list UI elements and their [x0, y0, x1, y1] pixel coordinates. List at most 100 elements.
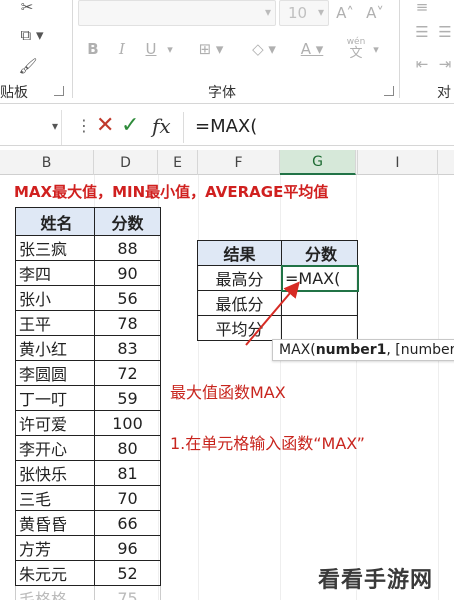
- table-row: 毛格格 75: [15, 585, 161, 600]
- table-row: 张快乐 81: [15, 460, 161, 486]
- score-cell[interactable]: 66: [94, 510, 161, 536]
- header-score[interactable]: 分数: [94, 207, 161, 236]
- name-cell[interactable]: 黄小红: [15, 335, 95, 361]
- name-box[interactable]: ▾: [0, 110, 62, 145]
- score-cell[interactable]: 59: [94, 385, 161, 411]
- decrease-font-icon[interactable]: A˅: [364, 2, 386, 24]
- phonetic-dropdown-icon[interactable]: ▾: [370, 40, 382, 58]
- chevron-down-icon[interactable]: ▾: [52, 119, 58, 133]
- italic-button[interactable]: I: [113, 38, 131, 60]
- name-cell[interactable]: 王平: [15, 310, 95, 336]
- header-score[interactable]: 分数: [281, 240, 358, 266]
- table-row: 朱元元 52: [15, 560, 161, 586]
- align-left-icon[interactable]: ☰: [412, 22, 432, 42]
- score-cell[interactable]: 52: [94, 560, 161, 586]
- clipboard-launcher-icon[interactable]: [54, 86, 64, 96]
- table-row: 黄昏昏 66: [15, 510, 161, 536]
- enter-icon[interactable]: ✓: [121, 113, 139, 138]
- increase-indent-icon[interactable]: ⇥: [436, 54, 454, 74]
- table-row: 最低分: [197, 290, 358, 316]
- font-launcher-icon[interactable]: [384, 86, 394, 96]
- insert-function-icon[interactable]: fx: [152, 114, 171, 138]
- column-header-e[interactable]: E: [158, 150, 198, 175]
- score-cell[interactable]: 80: [94, 435, 161, 461]
- column-headers: B D E F G I: [0, 150, 454, 175]
- copy-icon[interactable]: ⧉ ▾: [12, 24, 52, 46]
- decrease-indent-icon[interactable]: ⇤: [412, 54, 432, 74]
- score-cell[interactable]: 56: [94, 285, 161, 311]
- name-cell[interactable]: 李开心: [15, 435, 95, 461]
- align-top-icon[interactable]: ≡: [412, 0, 432, 16]
- column-header-f[interactable]: F: [198, 150, 280, 175]
- font-size-select[interactable]: 10 ▾: [279, 0, 329, 26]
- tooltip-args-rest: , [number2: [386, 342, 454, 358]
- cancel-icon[interactable]: ✕: [96, 113, 114, 138]
- table-row: 黄小红 83: [15, 335, 161, 361]
- table-row: 三毛 70: [15, 485, 161, 511]
- score-cell[interactable]: 96: [94, 535, 161, 561]
- name-cell[interactable]: 张小: [15, 285, 95, 311]
- increase-font-icon[interactable]: A˄: [334, 2, 356, 24]
- label-cell[interactable]: 最低分: [197, 290, 282, 316]
- fill-color-icon[interactable]: ◇ ▾: [244, 38, 284, 60]
- table-row: 方芳 96: [15, 535, 161, 561]
- bold-button[interactable]: B: [84, 38, 102, 60]
- score-cell[interactable]: 83: [94, 335, 161, 361]
- table-row: 平均分: [197, 315, 358, 341]
- score-cell[interactable]: 100: [94, 410, 161, 436]
- label-cell[interactable]: 平均分: [197, 315, 282, 341]
- function-tooltip[interactable]: MAX(number1, [number2: [272, 339, 454, 361]
- header-result[interactable]: 结果: [197, 240, 282, 266]
- column-header-i[interactable]: I: [358, 150, 438, 175]
- table-row: 张小 56: [15, 285, 161, 311]
- column-header-d[interactable]: D: [94, 150, 158, 175]
- tooltip-arg-current[interactable]: number1: [316, 342, 387, 358]
- align-center-icon[interactable]: ☰: [436, 22, 454, 42]
- table-row: 许可爱 100: [15, 410, 161, 436]
- font-group-label: 字体: [208, 85, 236, 101]
- borders-icon[interactable]: ⊞ ▾: [193, 38, 229, 60]
- label-cell[interactable]: 最高分: [197, 265, 282, 291]
- phonetic-icon[interactable]: wén 文: [342, 34, 370, 64]
- name-cell[interactable]: 张快乐: [15, 460, 95, 486]
- name-cell[interactable]: 许可爱: [15, 410, 95, 436]
- column-header-b[interactable]: B: [0, 150, 94, 175]
- more-options-icon[interactable]: ⋮: [76, 116, 92, 135]
- name-cell[interactable]: 朱元元: [15, 560, 95, 586]
- value-cell[interactable]: [281, 315, 358, 341]
- formula-bar: ▾ ⋮ ✕ ✓ fx =MAX(: [0, 110, 454, 146]
- score-cell[interactable]: 78: [94, 310, 161, 336]
- annotation-function-name: 最大值函数MAX: [170, 383, 286, 402]
- name-cell[interactable]: 李四: [15, 260, 95, 286]
- name-cell[interactable]: 张三疯: [15, 235, 95, 261]
- name-cell[interactable]: 毛格格: [15, 585, 95, 600]
- score-cell[interactable]: 88: [94, 235, 161, 261]
- score-cell[interactable]: 90: [94, 260, 161, 286]
- name-cell[interactable]: 黄昏昏: [15, 510, 95, 536]
- table-row: 丁一叮 59: [15, 385, 161, 411]
- name-cell[interactable]: 丁一叮: [15, 385, 95, 411]
- formula-input[interactable]: =MAX(: [195, 116, 257, 137]
- score-cell[interactable]: 75: [94, 585, 161, 600]
- score-cell[interactable]: 70: [94, 485, 161, 511]
- table-row: 李圆圆 72: [15, 360, 161, 386]
- active-cell[interactable]: =MAX(: [280, 264, 359, 292]
- table-row: 张三疯 88: [15, 235, 161, 261]
- score-cell[interactable]: 81: [94, 460, 161, 486]
- underline-dropdown-icon[interactable]: ▾: [164, 40, 176, 58]
- font-color-icon[interactable]: A ▾: [292, 38, 332, 60]
- scores-table: 姓名 分数 张三疯 88 李四 90 张小 56 王平 78 黄小红 83 李圆圆 72 丁…: [15, 207, 161, 600]
- value-cell[interactable]: [281, 290, 358, 316]
- name-cell[interactable]: 方芳: [15, 535, 95, 561]
- underline-button[interactable]: U: [142, 38, 160, 60]
- column-header-g[interactable]: G: [280, 150, 356, 175]
- tooltip-function[interactable]: MAX(: [279, 342, 316, 358]
- header-name[interactable]: 姓名: [15, 207, 95, 236]
- name-cell[interactable]: 三毛: [15, 485, 95, 511]
- font-name-select[interactable]: ▾: [78, 0, 276, 26]
- cut-icon[interactable]: ✂: [16, 0, 38, 16]
- name-cell[interactable]: 李圆圆: [15, 360, 95, 386]
- clipboard-group-label: 贴板: [0, 85, 28, 101]
- format-painter-icon[interactable]: 🖌: [16, 55, 40, 77]
- score-cell[interactable]: 72: [94, 360, 161, 386]
